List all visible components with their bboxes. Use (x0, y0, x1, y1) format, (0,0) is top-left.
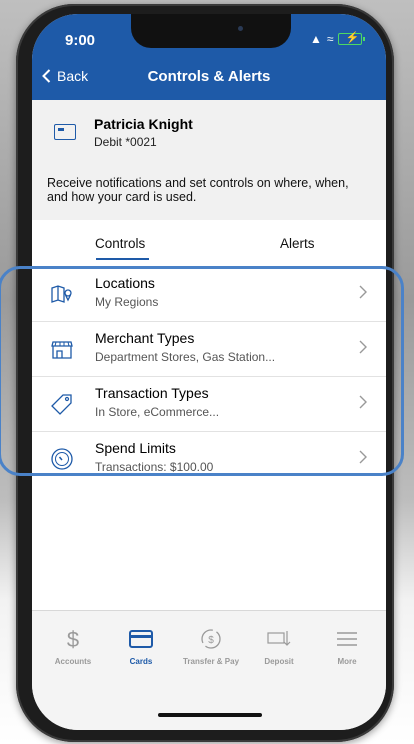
home-indicator (158, 713, 262, 717)
card-summary: Patricia Knight Debit *0021 (32, 100, 386, 166)
notice-text: Receive notifications and set controls o… (47, 176, 349, 204)
transfer-icon: $ (201, 629, 221, 649)
svg-text:$: $ (208, 635, 214, 646)
tab-label: More (337, 657, 357, 666)
content-background (32, 482, 386, 610)
signal-icon: ▲ (310, 32, 322, 46)
tab-label: Deposit (264, 657, 294, 666)
wifi-icon: ≈ (326, 32, 334, 46)
card-holder-name: Patricia Knight (94, 116, 193, 132)
tab-transfer-pay[interactable]: $ Transfer & Pay (176, 625, 246, 666)
status-icons: ▲ ≈ ⚡ (310, 32, 366, 46)
active-tab-indicator (96, 258, 149, 260)
controls-highlight-outline (0, 266, 404, 476)
tab-deposit[interactable]: Deposit (244, 625, 314, 666)
card-number: Debit *0021 (94, 135, 157, 149)
back-label: Back (57, 68, 89, 84)
dollar-icon: $ (67, 627, 79, 651)
tab-more[interactable]: More (312, 625, 382, 666)
menu-icon (337, 632, 357, 646)
tab-label: Transfer & Pay (182, 657, 240, 666)
deposit-icon (267, 631, 291, 646)
tab-label: Cards (129, 657, 153, 666)
chevron-left-icon (42, 69, 51, 83)
tab-accounts[interactable]: $ Accounts (38, 625, 108, 666)
tab-alerts[interactable]: Alerts (280, 236, 315, 251)
bottom-tab-bar: $ Accounts Cards $ Transfer & Pay Deposi… (32, 610, 386, 730)
card-icon (129, 630, 153, 648)
battery-icon: ⚡ (338, 32, 366, 45)
debit-card-icon (54, 124, 76, 140)
phone-notch (131, 14, 291, 48)
back-button[interactable]: Back (42, 68, 88, 84)
tab-cards[interactable]: Cards (106, 625, 176, 666)
notice-text-block: Receive notifications and set controls o… (32, 166, 386, 220)
svg-text:$: $ (67, 627, 79, 651)
tab-label: Accounts (54, 657, 92, 666)
status-time: 9:00 (65, 32, 96, 49)
tab-controls[interactable]: Controls (95, 236, 145, 251)
tab-bar-controls-alerts: Controls Alerts (32, 220, 386, 266)
